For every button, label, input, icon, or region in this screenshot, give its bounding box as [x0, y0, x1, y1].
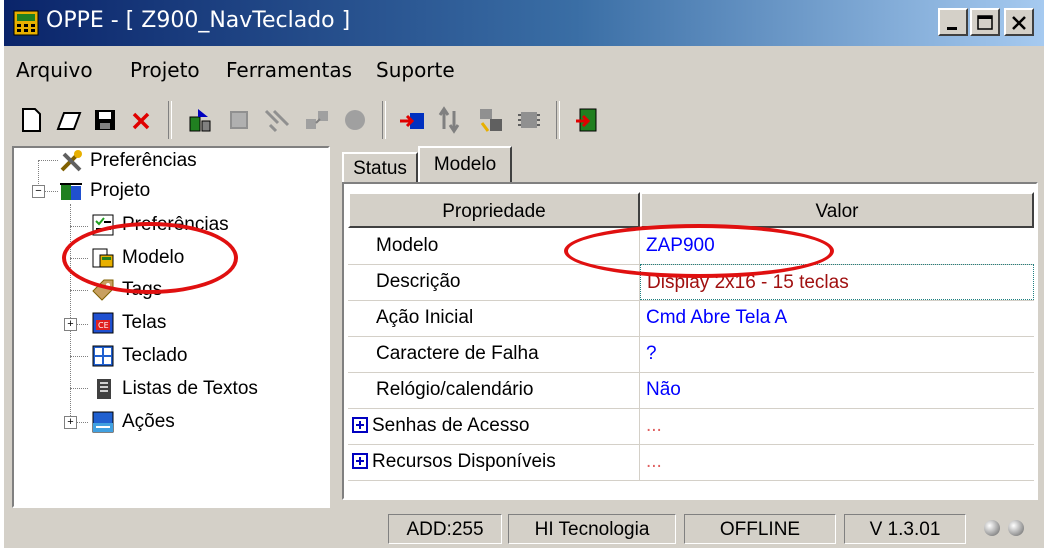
- minimize-button[interactable]: [938, 8, 968, 36]
- status-bar: ADD:255 HI Tecnologia OFFLINE V 1.3.01: [4, 510, 1044, 548]
- save-icon[interactable]: [90, 105, 120, 135]
- chip-icon[interactable]: [514, 105, 544, 135]
- tree-line: [38, 160, 58, 161]
- menu-suporte[interactable]: Suporte: [376, 58, 455, 82]
- maximize-button[interactable]: [970, 8, 1000, 36]
- keyboard-icon: [92, 345, 114, 367]
- tree-expand-toggle[interactable]: +: [64, 318, 77, 331]
- config-icon[interactable]: [476, 105, 506, 135]
- new-icon[interactable]: [16, 105, 46, 135]
- property-value[interactable]: ?: [640, 336, 1034, 372]
- expand-plus-icon[interactable]: [352, 417, 368, 433]
- property-value[interactable]: ...: [640, 408, 1034, 444]
- tree-item-label: Projeto: [90, 180, 151, 201]
- tree-item-label: Preferências: [90, 150, 197, 171]
- tree-collapse-toggle[interactable]: −: [32, 185, 45, 198]
- tree-line: [70, 356, 88, 357]
- delete-icon[interactable]: [126, 105, 156, 135]
- status-led-icon: [984, 520, 1000, 536]
- table-row[interactable]: Caractere de Falha ?: [348, 336, 1034, 373]
- send-icon[interactable]: [184, 105, 214, 135]
- status-company: HI Tecnologia: [508, 514, 676, 544]
- property-name: Ação Inicial: [348, 300, 640, 336]
- tree-line: [44, 191, 58, 192]
- tree-line: [70, 290, 88, 291]
- maximize-icon: [977, 15, 993, 30]
- tree-expand-toggle[interactable]: +: [64, 416, 77, 429]
- text-list-icon: [97, 379, 111, 399]
- tree-line: [38, 160, 39, 184]
- tab-status[interactable]: Status: [342, 152, 418, 182]
- menu-ferramentas[interactable]: Ferramentas: [226, 58, 352, 82]
- screens-icon: CE: [92, 312, 114, 334]
- app-icon: [13, 10, 39, 36]
- project-tree[interactable]: − + + Preferências Projeto Preferências …: [12, 146, 330, 508]
- status-address: ADD:255: [388, 514, 502, 544]
- property-value[interactable]: Cmd Abre Tela A: [640, 300, 1034, 336]
- close-icon: [1012, 16, 1026, 30]
- annotation-ellipse: [62, 222, 238, 294]
- annotation-ellipse: [564, 224, 834, 278]
- tree-line: [70, 226, 88, 227]
- expand-plus-icon[interactable]: [352, 453, 368, 469]
- table-row[interactable]: Senhas de Acesso ...: [348, 408, 1034, 445]
- tree-line: [76, 324, 88, 325]
- connect-icon[interactable]: [262, 105, 292, 135]
- property-name: Relógio/calendário: [348, 372, 640, 408]
- tree-line: [70, 388, 88, 389]
- tree-item-label: Listas de Textos: [122, 378, 258, 399]
- property-name-cell: Senhas de Acesso: [348, 408, 640, 444]
- tree-item-label: Ações: [122, 411, 175, 432]
- status-led-icon: [1008, 520, 1024, 536]
- open-icon[interactable]: [54, 105, 84, 135]
- tree-line: [70, 204, 71, 426]
- property-value[interactable]: ...: [640, 444, 1034, 480]
- tools-icon: [60, 150, 82, 172]
- table-row[interactable]: Ação Inicial Cmd Abre Tela A: [348, 300, 1034, 337]
- toolbar-separator: [168, 101, 172, 139]
- record-icon[interactable]: [340, 105, 370, 135]
- exit-icon[interactable]: [572, 105, 602, 135]
- window-title: OPPE - [ Z900_NavTeclado ]: [46, 8, 351, 33]
- project-icon: [60, 183, 82, 200]
- status-version: V 1.3.01: [844, 514, 966, 544]
- actions-icon: [92, 411, 114, 433]
- property-name-cell: Recursos Disponíveis: [348, 444, 640, 480]
- tree-item-label: Telas: [122, 312, 167, 333]
- status-connection: OFFLINE: [684, 514, 836, 544]
- table-row[interactable]: Relógio/calendário Não: [348, 372, 1034, 409]
- menu-projeto[interactable]: Projeto: [130, 58, 200, 82]
- property-name: Recursos Disponíveis: [372, 451, 556, 472]
- property-name: Senhas de Acesso: [372, 415, 530, 436]
- properties-panel: Status Modelo Propriedade Valor Modelo Z…: [342, 146, 1044, 508]
- property-name: Descrição: [348, 264, 640, 300]
- close-button[interactable]: [1004, 8, 1034, 36]
- toolbar-separator: [382, 101, 386, 139]
- property-name: Caractere de Falha: [348, 336, 640, 372]
- toolbar: [4, 95, 1044, 145]
- menu-bar: Arquivo Projeto Ferramentas Suporte: [4, 54, 1044, 90]
- main-window: OPPE - [ Z900_NavTeclado ] Arquivo Proje…: [4, 0, 1044, 548]
- table-row[interactable]: Recursos Disponíveis ...: [348, 444, 1034, 481]
- network-icon[interactable]: [302, 105, 332, 135]
- tab-modelo[interactable]: Modelo: [418, 146, 512, 182]
- menu-arquivo[interactable]: Arquivo: [16, 58, 93, 82]
- import-icon[interactable]: [398, 105, 428, 135]
- tree-item-label: Teclado: [122, 345, 188, 366]
- column-header-valor[interactable]: Valor: [640, 192, 1034, 228]
- toolbar-separator: [556, 101, 560, 139]
- tree-line: [76, 422, 88, 423]
- stop-icon[interactable]: [224, 105, 254, 135]
- transfer-icon[interactable]: [436, 105, 466, 135]
- column-header-propriedade[interactable]: Propriedade: [348, 192, 640, 228]
- minimize-icon: [947, 27, 957, 30]
- property-value[interactable]: Não: [640, 372, 1034, 408]
- svg-text:CE: CE: [98, 321, 109, 330]
- title-bar[interactable]: OPPE - [ Z900_NavTeclado ]: [4, 0, 1044, 46]
